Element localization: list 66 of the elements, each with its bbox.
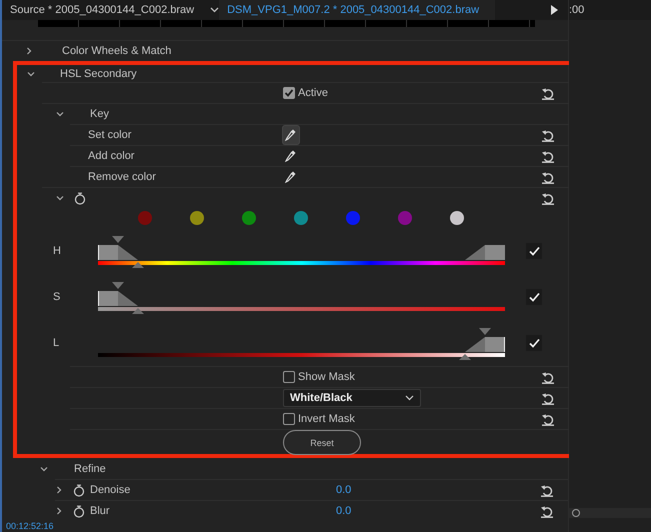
color-swatch[interactable] [138,211,152,225]
checkmark-icon [528,292,540,302]
property-label: Remove color [88,171,156,183]
checkmark-icon [528,338,540,348]
tab[interactable]: DSM_VPG1_M007.2 * 2005_04300144_C002.braw [219,0,496,20]
chevron-icon[interactable] [55,486,63,494]
enable-checkbox[interactable] [526,243,542,259]
invert-mask-checkbox[interactable]: Invert Mask [283,413,541,425]
chevron-icon[interactable] [56,194,64,202]
color-swatch[interactable] [242,211,256,225]
reset-icon[interactable] [541,370,555,384]
reset-icon[interactable] [540,504,554,518]
eyedropper-icon[interactable] [283,126,299,144]
chevron-icon[interactable] [210,7,220,13]
checkmark-icon [284,88,294,98]
caret-icon [405,395,414,401]
chevron-icon[interactable] [27,70,35,78]
group-title: Refine [74,463,106,475]
reset-icon[interactable] [541,412,555,426]
section-title: HSL Secondary [60,68,137,80]
range-handle[interactable] [465,245,505,260]
color-swatch[interactable] [346,211,360,225]
reset-button[interactable]: Reset [283,430,361,455]
property-label: Denoise [90,484,130,496]
mask-mode-dropdown[interactable]: White/Black [283,389,421,407]
zoom-scrollbar[interactable] [569,508,651,518]
range-handle[interactable] [98,236,144,268]
play-icon[interactable] [551,5,558,15]
range-handle[interactable] [98,282,144,314]
enable-checkbox[interactable] [526,289,542,305]
show-mask-checkbox[interactable]: Show Mask [283,371,541,383]
range-handle[interactable] [459,328,505,360]
chevron-icon[interactable] [25,47,33,55]
color-swatch[interactable] [450,211,464,225]
channel-label: H [53,245,62,257]
tab[interactable]: Source * 2005_04300144_C002.braw [2,0,202,20]
time-label: :00 [569,4,584,16]
color-swatch[interactable] [190,211,204,225]
reset-icon[interactable] [541,86,555,100]
property-label: Add color [88,150,134,162]
property-label: Blur [90,505,110,517]
enable-checkbox[interactable] [526,335,542,351]
stopwatch-icon[interactable] [73,484,85,496]
timecode: 00:12:52:16 [6,521,54,531]
reset-icon[interactable] [540,484,554,496]
stopwatch-icon[interactable] [74,192,86,204]
property-label: Set color [88,129,132,141]
property-value[interactable]: 0.0 [336,484,352,496]
section-title: Color Wheels & Match [62,45,172,57]
color-swatch[interactable] [398,211,412,225]
group-title: Key [90,108,109,120]
property-value[interactable]: 0.0 [336,505,352,517]
chevron-icon[interactable] [55,507,63,515]
channel-label: S [53,291,62,303]
stopwatch-icon[interactable] [73,504,85,518]
color-swatch[interactable] [294,211,308,225]
chevron-icon[interactable] [56,110,64,118]
checkmark-icon [528,246,540,256]
reset-icon[interactable] [541,128,555,142]
channel-label: L [53,337,60,349]
reset-icon[interactable] [541,192,555,204]
active-checkbox[interactable]: Active [283,87,541,99]
reset-icon[interactable] [541,170,555,184]
chevron-icon[interactable] [40,465,48,473]
reset-icon[interactable] [541,150,555,162]
reset-icon[interactable] [541,392,555,404]
